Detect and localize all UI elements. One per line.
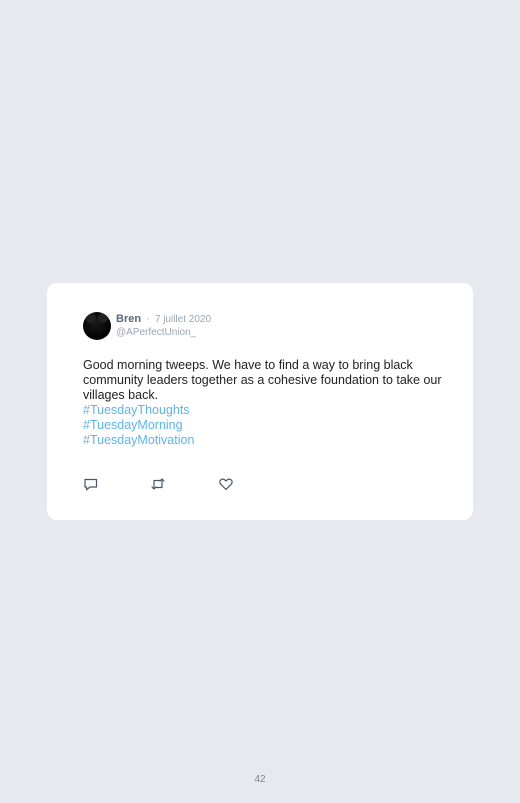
- reply-button[interactable]: [83, 476, 99, 492]
- hashtag-link[interactable]: #TuesdayMorning: [83, 418, 453, 433]
- avatar-detail: [86, 313, 96, 323]
- like-button[interactable]: [218, 476, 234, 492]
- avatar-detail: [98, 313, 108, 323]
- tweet-meta: Bren · 7 juillet 2020 @APerfectUnion_: [116, 313, 211, 339]
- reply-icon: [83, 476, 99, 492]
- hashtag-link[interactable]: #TuesdayThoughts: [83, 403, 453, 418]
- meta-separator: ·: [146, 313, 150, 325]
- retweet-icon: [150, 476, 166, 492]
- page-number: 42: [254, 774, 266, 785]
- retweet-button[interactable]: [150, 476, 166, 492]
- author-line: Bren · 7 juillet 2020: [116, 313, 211, 326]
- tweet-text: Good morning tweeps. We have to find a w…: [83, 358, 442, 402]
- tweet-body: Good morning tweeps. We have to find a w…: [83, 358, 453, 448]
- heart-icon: [218, 476, 234, 492]
- avatar[interactable]: [83, 312, 111, 340]
- tweet-card: Bren · 7 juillet 2020 @APerfectUnion_ Go…: [47, 283, 473, 520]
- hashtag-link[interactable]: #TuesdayMotivation: [83, 433, 453, 448]
- author-name[interactable]: Bren: [116, 313, 141, 325]
- author-handle[interactable]: @APerfectUnion_: [116, 326, 211, 339]
- tweet-date[interactable]: 7 juillet 2020: [155, 314, 211, 325]
